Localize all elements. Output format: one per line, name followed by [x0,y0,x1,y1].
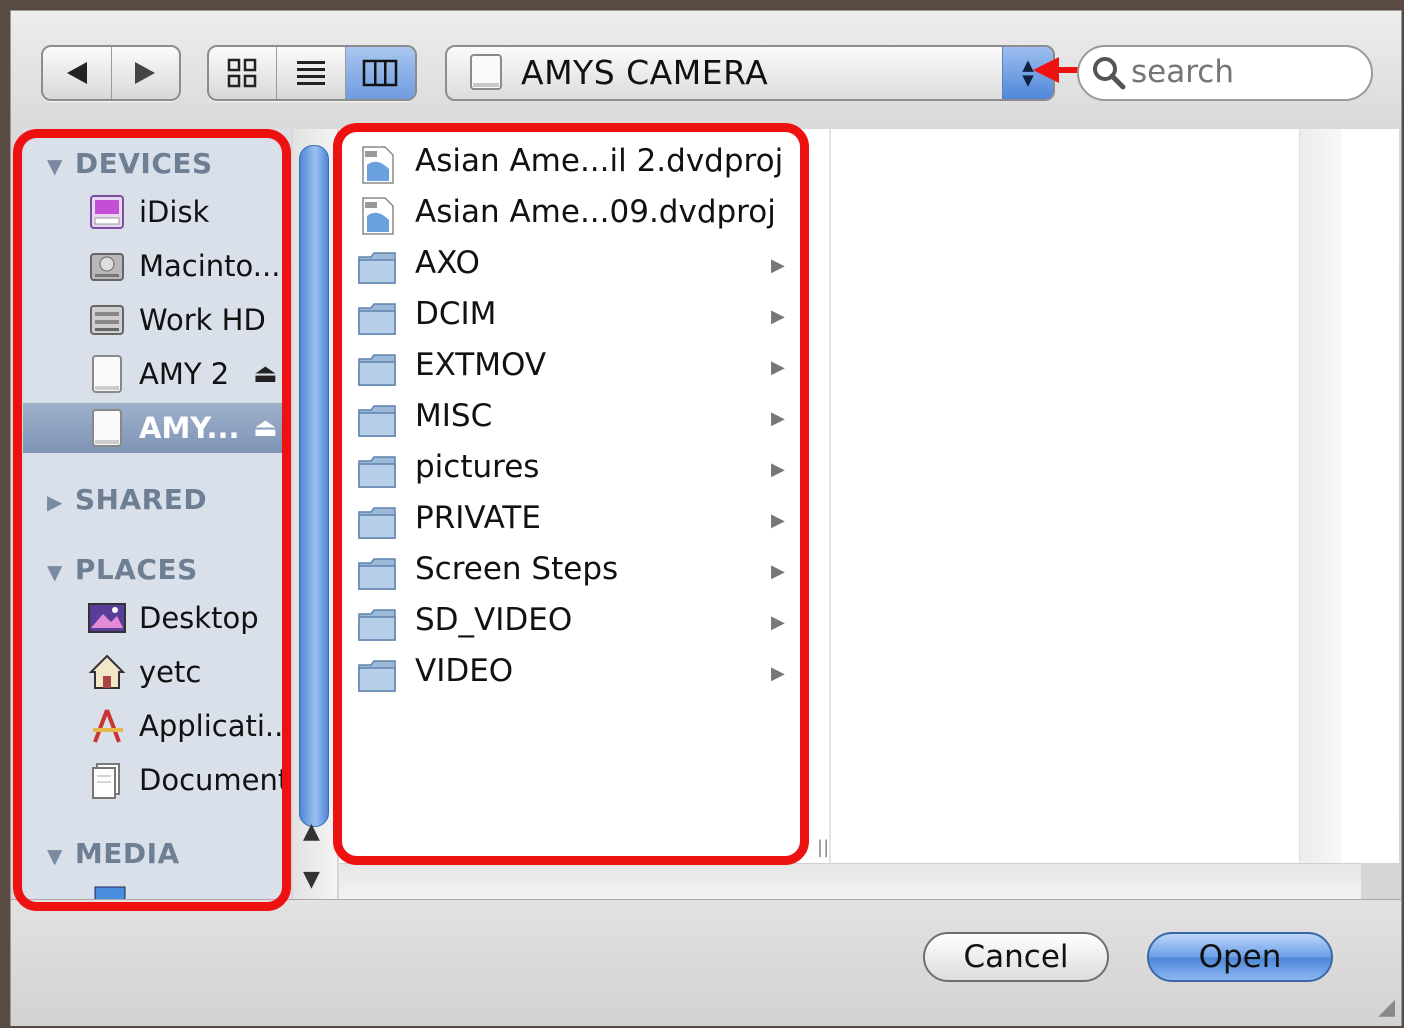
view-mode-control [207,45,417,101]
search-field[interactable] [1077,45,1373,101]
column-view-button[interactable] [345,47,415,99]
forward-arrow-icon [135,62,156,84]
search-input[interactable] [1131,55,1351,89]
column-divider [829,129,831,863]
nav-buttons [41,45,181,101]
scroll-up-icon[interactable]: ▲ [303,819,320,844]
column-view-icon [363,59,398,87]
scrollbar-thumb[interactable] [299,145,329,827]
resize-grip-icon[interactable]: ◢ [1378,995,1395,1020]
location-title: AMYS CAMERA [521,53,769,92]
list-view-icon [297,61,326,85]
button-bar: Cancel Open ◢ [11,899,1401,1026]
sidebar-scrollbar[interactable]: ▲ ▼ [293,129,337,909]
file-list-highlight [333,123,809,865]
open-dialog: AMYS CAMERA ▲▼ ▼DEVICES iDisk Macinto...… [10,10,1402,1026]
open-button[interactable]: Open [1147,932,1333,982]
column-resize-grip-icon[interactable]: || [817,837,829,858]
forward-button[interactable] [112,47,180,99]
icon-view-button[interactable] [209,47,278,99]
scroll-down-icon[interactable]: ▼ [303,867,320,892]
search-icon [1093,57,1126,90]
back-arrow-icon [66,62,87,84]
icon-view-icon [227,58,256,88]
back-button[interactable] [43,47,112,99]
location-popup[interactable]: AMYS CAMERA ▲ ▼ [445,45,1055,101]
sidebar-highlight [13,129,291,911]
cancel-button[interactable]: Cancel [923,932,1109,982]
list-view-button[interactable] [277,47,346,99]
column-2-scroll-area [1299,129,1342,863]
drive-icon [470,54,502,90]
